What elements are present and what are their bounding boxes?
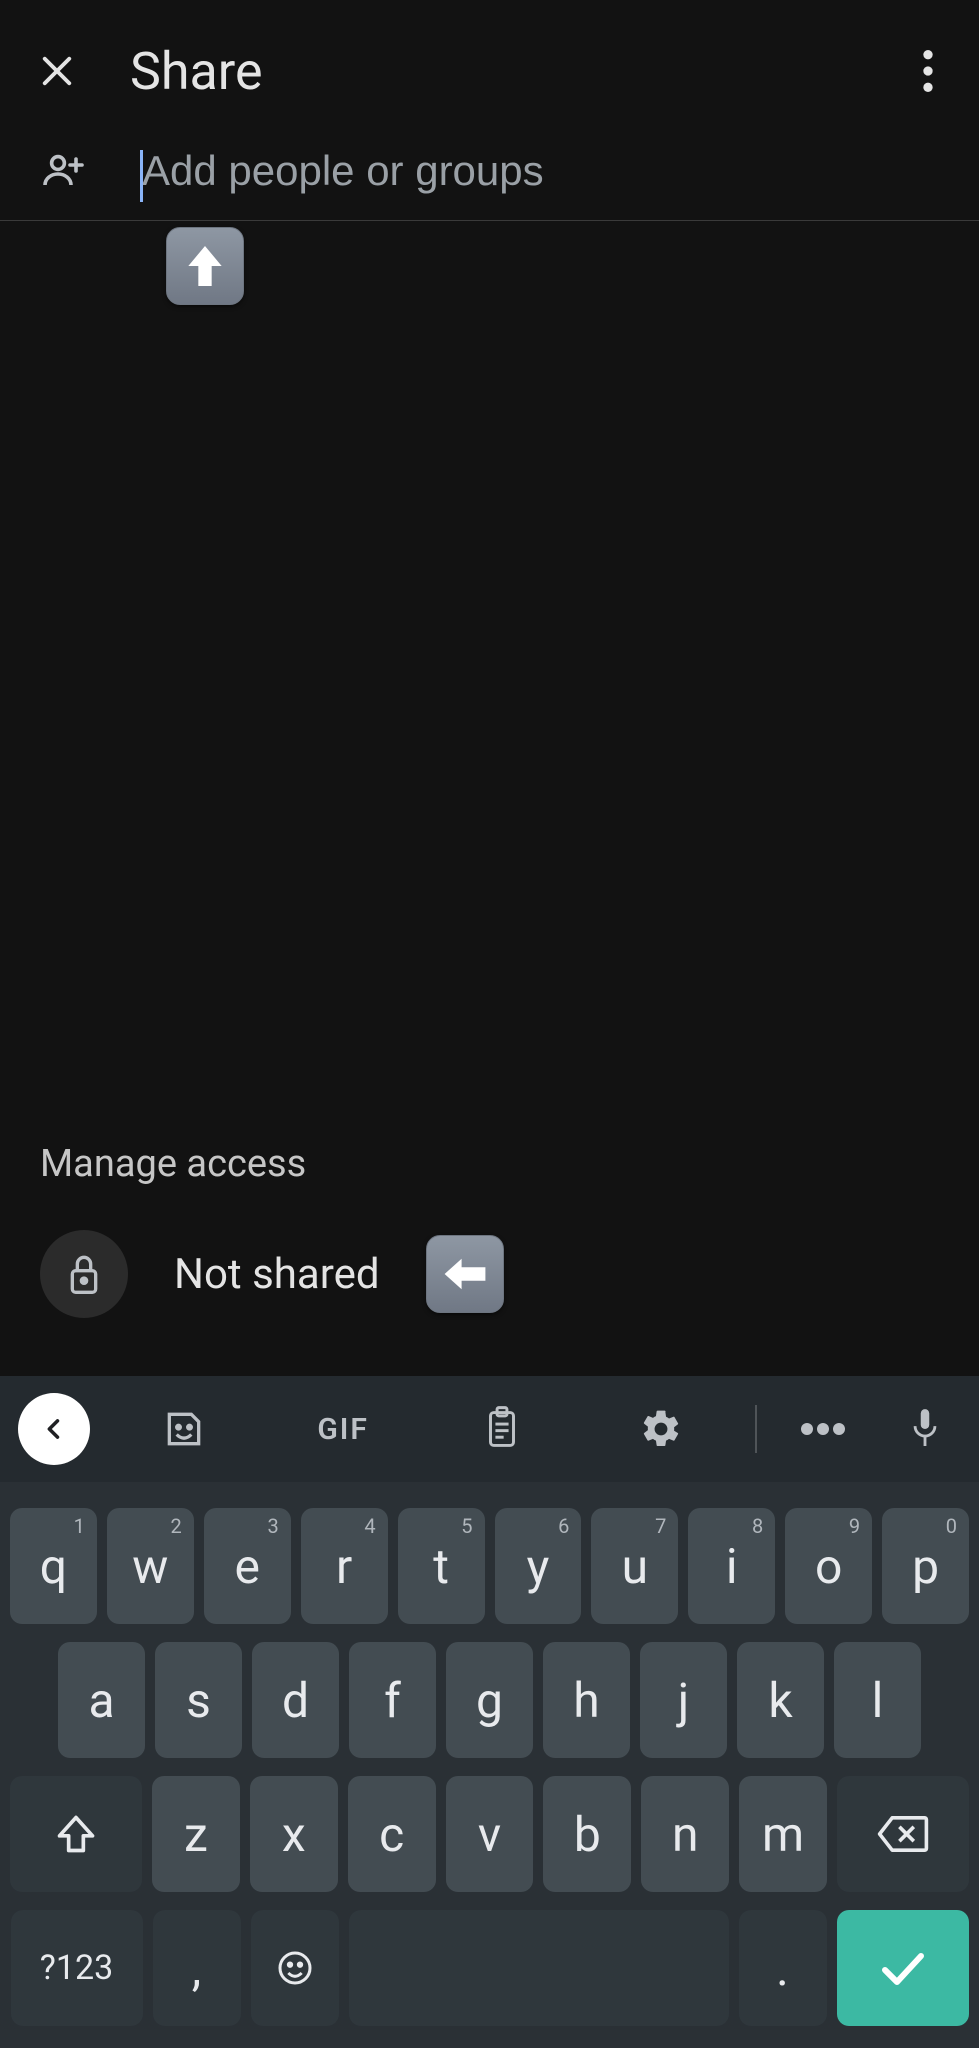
close-icon (36, 50, 78, 92)
key-m[interactable]: m (739, 1776, 827, 1892)
keyboard-toolbar: GIF (0, 1376, 979, 1482)
keyboard-rows: q1w2e3r4t5y6u7i8o9p0 asdfghjkl zxcvbnm ?… (0, 1482, 979, 2036)
key-z[interactable]: z (152, 1776, 240, 1892)
key-hint: 3 (267, 1514, 278, 1538)
share-status-row[interactable]: Not shared (40, 1230, 939, 1318)
kb-row-3: zxcvbnm (10, 1776, 969, 1892)
clipboard-icon (482, 1406, 522, 1452)
key-h[interactable]: h (543, 1642, 630, 1758)
share-content-area: Manage access Not shared (0, 221, 979, 1376)
key-y[interactable]: y6 (495, 1508, 582, 1624)
key-f[interactable]: f (349, 1642, 436, 1758)
share-status-text: Not shared (174, 1250, 380, 1299)
key-r[interactable]: r4 (301, 1508, 388, 1624)
key-hint: 7 (655, 1514, 666, 1538)
add-people-field-wrap[interactable] (140, 146, 979, 196)
kb-gif-button[interactable]: GIF (279, 1393, 408, 1465)
more-options-button[interactable] (913, 40, 943, 102)
key-i[interactable]: i8 (688, 1508, 775, 1624)
key-t[interactable]: t5 (398, 1508, 485, 1624)
add-people-row (0, 142, 979, 221)
key-d[interactable]: d (252, 1642, 339, 1758)
annotation-left-arrow (426, 1235, 504, 1313)
key-q[interactable]: q1 (10, 1508, 97, 1624)
person-add-icon (40, 147, 88, 195)
kb-mic-button[interactable] (889, 1393, 961, 1465)
emoji-key[interactable] (251, 1910, 339, 2026)
lock-circle (40, 1230, 128, 1318)
key-e[interactable]: e3 (204, 1508, 291, 1624)
period-key[interactable]: . (739, 1910, 827, 2026)
key-c[interactable]: c (348, 1776, 436, 1892)
gif-label: GIF (317, 1412, 369, 1447)
key-hint: 9 (849, 1514, 860, 1538)
key-s[interactable]: s (155, 1642, 242, 1758)
mode-switch-label: ?123 (40, 1948, 113, 1988)
key-hint: 8 (752, 1514, 763, 1538)
text-cursor (140, 150, 143, 202)
chevron-left-icon (40, 1415, 68, 1443)
kb-row-4: ?123 , . (10, 1910, 969, 2026)
add-people-input[interactable] (140, 146, 979, 196)
toolbar-separator (755, 1405, 757, 1453)
mode-switch-key[interactable]: ?123 (11, 1910, 143, 2026)
key-hint: 2 (171, 1514, 182, 1538)
comma-key[interactable]: , (153, 1910, 241, 2026)
close-button[interactable] (36, 50, 78, 92)
key-u[interactable]: u7 (591, 1508, 678, 1624)
backspace-icon (876, 1814, 930, 1854)
sticker-icon (162, 1407, 206, 1451)
key-hint: 5 (461, 1514, 472, 1538)
kb-collapse-button[interactable] (18, 1393, 90, 1465)
kb-row-1: q1w2e3r4t5y6u7i8o9p0 (10, 1508, 969, 1624)
kb-row-2: asdfghjkl (10, 1642, 969, 1758)
annotation-up-arrow (166, 227, 244, 305)
onscreen-keyboard: GIF (0, 1376, 979, 2048)
lock-icon (64, 1250, 104, 1298)
kb-more-button[interactable] (787, 1393, 859, 1465)
key-g[interactable]: g (446, 1642, 533, 1758)
gear-icon (639, 1407, 683, 1451)
share-dialog-header: Share (0, 0, 979, 142)
key-a[interactable]: a (58, 1642, 145, 1758)
key-hint: 0 (946, 1514, 957, 1538)
key-n[interactable]: n (641, 1776, 729, 1892)
enter-key[interactable] (837, 1910, 969, 2026)
shift-key[interactable] (10, 1776, 142, 1892)
left-arrow-icon (441, 1257, 489, 1291)
space-key[interactable] (349, 1910, 729, 2026)
manage-access-section: Manage access Not shared (0, 1142, 979, 1376)
key-w[interactable]: w2 (107, 1508, 194, 1624)
backspace-key[interactable] (837, 1776, 969, 1892)
kb-clipboard-button[interactable] (438, 1393, 567, 1465)
manage-access-title: Manage access (40, 1142, 939, 1186)
check-icon (878, 1948, 928, 1988)
dialog-title: Share (130, 41, 263, 102)
key-v[interactable]: v (446, 1776, 534, 1892)
key-p[interactable]: p0 (882, 1508, 969, 1624)
key-k[interactable]: k (737, 1642, 824, 1758)
key-hint: 4 (364, 1514, 375, 1538)
key-j[interactable]: j (640, 1642, 727, 1758)
shift-icon (54, 1812, 98, 1856)
emoji-icon (275, 1948, 315, 1988)
more-horiz-icon (801, 1423, 845, 1435)
comma-label: , (192, 1940, 201, 1997)
mic-icon (908, 1406, 942, 1452)
more-vert-icon (923, 50, 933, 92)
key-o[interactable]: o9 (785, 1508, 872, 1624)
key-hint: 6 (558, 1514, 569, 1538)
key-hint: 1 (74, 1514, 85, 1538)
key-b[interactable]: b (543, 1776, 631, 1892)
period-label: . (776, 1940, 789, 1997)
kb-sticker-button[interactable] (120, 1393, 249, 1465)
key-l[interactable]: l (834, 1642, 921, 1758)
kb-settings-button[interactable] (596, 1393, 725, 1465)
up-arrow-icon (185, 242, 225, 290)
key-x[interactable]: x (250, 1776, 338, 1892)
